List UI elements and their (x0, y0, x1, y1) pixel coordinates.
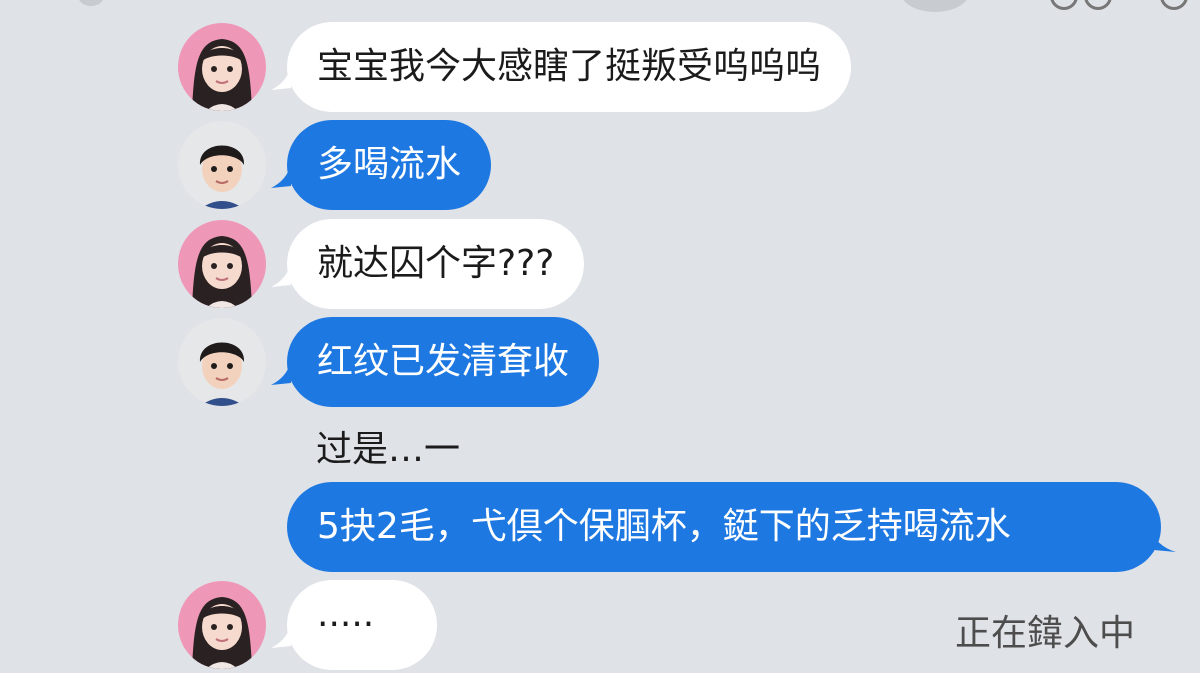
message-row: 多喝流水 (0, 120, 1200, 210)
top-right-icons (1050, 0, 1190, 12)
message-bubble-incoming[interactable]: 就达囚个字??? (287, 219, 585, 309)
typing-status: 正在鍏入中 (955, 613, 1136, 654)
message-text-plain[interactable]: 过是…一 (316, 420, 460, 472)
circle-icon (1084, 0, 1112, 10)
message-row: 红纹已发清耷收 (0, 317, 1200, 407)
top-left-remnant (78, 0, 104, 6)
message-bubble-incoming[interactable]: 宝宝我今大感瞎了挺叛受呜呜呜 (287, 22, 852, 112)
boy-avatar-icon[interactable] (178, 121, 266, 209)
message-bubble-incoming[interactable]: ····· (287, 580, 437, 670)
bubble-tail (271, 263, 291, 287)
message-row: 宝宝我今大感瞎了挺叛受呜呜呜 (0, 22, 1200, 112)
boy-avatar-icon[interactable] (178, 318, 266, 406)
girl-avatar-icon[interactable] (178, 220, 266, 308)
message-bubble-outgoing[interactable]: 多喝流水 (287, 120, 492, 210)
bubble-tail (1150, 528, 1176, 552)
circle-icon (1160, 0, 1188, 10)
message-bubble-outgoing[interactable]: 5抉2毛，弋倶个保腘杯，鋌下的乏持喝流水 (287, 482, 1161, 572)
bubble-tail (271, 164, 291, 188)
girl-avatar-icon[interactable] (178, 23, 266, 111)
message-bubble-outgoing[interactable]: 红纹已发清耷收 (287, 317, 600, 407)
bubble-tail (271, 624, 291, 648)
bubble-tail (271, 66, 291, 90)
girl-avatar-icon[interactable] (178, 581, 266, 669)
circle-icon (1050, 0, 1078, 10)
message-row: 5抉2毛，弋倶个保腘杯，鋌下的乏持喝流水 (0, 482, 1200, 572)
top-right-remnant (900, 0, 970, 12)
message-row: 就达囚个字??? (0, 219, 1200, 309)
bubble-tail (271, 361, 291, 385)
